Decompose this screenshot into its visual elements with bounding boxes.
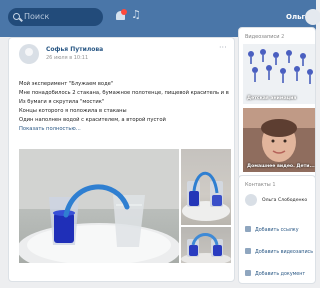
- video-caption: Домашнее видео. Дети...: [247, 164, 315, 169]
- photo-side-top[interactable]: [181, 149, 231, 225]
- video-thumbnail[interactable]: Домашнее видео. Дети...: [243, 108, 315, 172]
- glasses-photo: [181, 233, 231, 263]
- music-icon[interactable]: ♫: [131, 8, 141, 21]
- glasses-photo: [19, 149, 179, 263]
- post-date[interactable]: 26 июля в 10:11: [46, 55, 88, 61]
- videos-title: Видеозаписи: [245, 34, 280, 40]
- video-caption: Детская анимация: [247, 96, 297, 101]
- notification-dot: [121, 9, 127, 15]
- video-preview: [243, 44, 315, 104]
- post-text-line: Мой эксперимент "Блужаем воде": [19, 81, 114, 87]
- search-input[interactable]: Поиск: [8, 8, 103, 26]
- contact-name[interactable]: Ольга Слободенко: [262, 198, 307, 203]
- bell-icon[interactable]: [116, 9, 127, 22]
- document-icon: [245, 270, 251, 276]
- contact-avatar[interactable]: [245, 194, 257, 206]
- wall-post: Софья Путилова 26 июля в 10:11 ··· Мой э…: [8, 37, 235, 282]
- contacts-block: Контакты 1 Ольга Слободенко Добавить ссы…: [238, 175, 316, 284]
- add-video-button[interactable]: Добавить видеозапись: [245, 248, 313, 255]
- post-text-line: Из бумаги я скрутила "мостик": [19, 99, 105, 105]
- show-more-link[interactable]: Показать полностью...: [19, 126, 81, 132]
- video-thumbnail[interactable]: Детская анимация: [243, 44, 315, 104]
- videos-header[interactable]: Видеозаписи 2: [245, 34, 284, 40]
- link-icon: [245, 226, 251, 232]
- add-link-button[interactable]: Добавить ссылку: [245, 226, 299, 233]
- add-link-label: Добавить ссылку: [255, 228, 299, 233]
- add-document-label: Добавить документ: [255, 272, 306, 277]
- post-author[interactable]: Софья Путилова: [46, 46, 103, 53]
- glasses-photo: [182, 171, 230, 221]
- contacts-count: 1: [272, 182, 276, 188]
- avatar[interactable]: [305, 9, 320, 25]
- photo-side-bottom[interactable]: [181, 227, 231, 263]
- search-icon: [13, 13, 20, 20]
- post-text-line: Мне понадобилось 2 стакана, бумажное пол…: [19, 90, 229, 96]
- video-icon: [245, 248, 251, 254]
- contacts-title: Контакты: [245, 182, 271, 188]
- video-preview: [243, 108, 315, 172]
- videos-count: 2: [281, 34, 285, 40]
- contacts-header[interactable]: Контакты 1: [245, 182, 276, 188]
- author-avatar[interactable]: [19, 44, 39, 64]
- add-video-label: Добавить видеозапись: [255, 250, 314, 255]
- search-placeholder: Поиск: [24, 12, 50, 21]
- videos-block: Видеозаписи 2 Детская анимация Домашнее …: [238, 27, 316, 179]
- post-text-line: Концы которого я положила в стаканы: [19, 108, 127, 114]
- post-menu-icon[interactable]: ···: [219, 43, 227, 52]
- add-document-button[interactable]: Добавить документ: [245, 270, 305, 277]
- photo-main[interactable]: [19, 149, 179, 263]
- post-text-line: Один наполнен водой с красителем, а втор…: [19, 117, 166, 123]
